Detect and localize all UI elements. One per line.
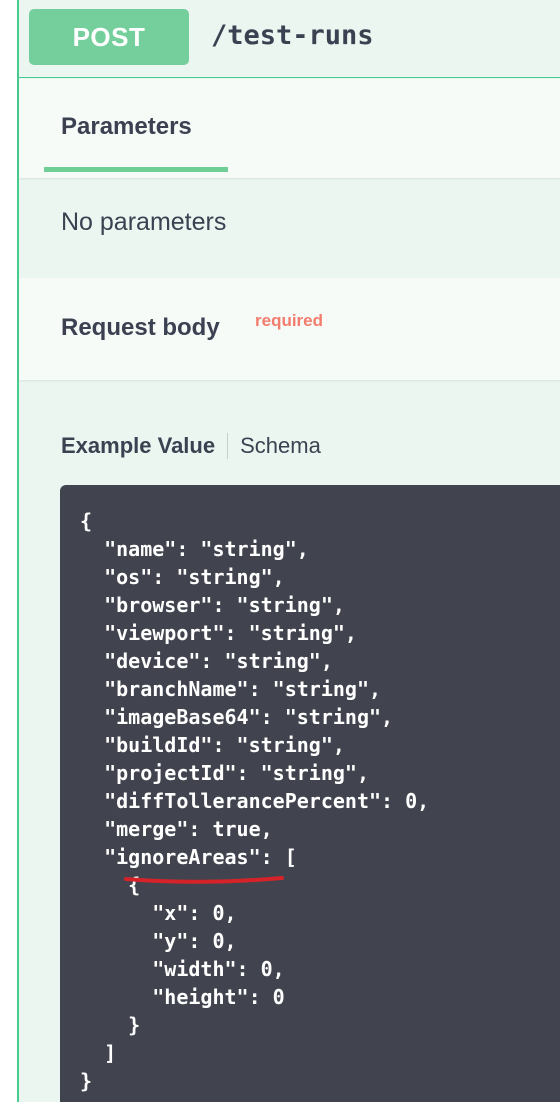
operation-summary[interactable]: POST /test-runs <box>19 0 560 78</box>
request-body-header: Request body required <box>19 278 560 380</box>
code-line: "device": "string", <box>80 649 333 673</box>
example-schema-tabs: Example Value Schema <box>61 433 321 459</box>
code-line: "viewport": "string", <box>80 621 357 645</box>
code-line: "imageBase64": "string", <box>80 705 394 729</box>
method-badge: POST <box>29 9 189 65</box>
code-line: ] <box>80 1041 117 1065</box>
example-json: { "name": "string", "os": "string", "bro… <box>80 507 429 1095</box>
code-line: "ignoreAreas": [ <box>80 845 297 869</box>
code-line: "branchName": "string", <box>80 677 382 701</box>
tab-schema[interactable]: Schema <box>240 433 321 459</box>
code-line: "name": "string", <box>80 537 309 561</box>
red-underline-annotation <box>124 876 284 884</box>
code-line: "diffTollerancePercent": 0, <box>80 789 430 813</box>
code-line: { <box>80 509 93 533</box>
operation-block: POST /test-runs Parameters No parameters… <box>17 0 560 1102</box>
parameters-header: Parameters <box>19 79 560 178</box>
code-line: "os": "string", <box>80 565 285 589</box>
code-line: } <box>80 1013 141 1037</box>
code-line: "merge": true, <box>80 817 273 841</box>
request-body-title: Request body <box>61 314 220 341</box>
code-line: "buildId": "string", <box>80 733 345 757</box>
active-tab-indicator <box>44 167 228 172</box>
tab-divider <box>227 433 229 459</box>
code-line: "browser": "string", <box>80 593 345 617</box>
code-line: "width": 0, <box>80 957 285 981</box>
code-line: "projectId": "string", <box>80 761 369 785</box>
code-line: "height": 0 <box>80 985 285 1009</box>
code-line: } <box>80 1069 93 1093</box>
code-line: "x": 0, <box>80 901 237 925</box>
tab-parameters[interactable]: Parameters <box>61 113 192 141</box>
endpoint-path: /test-runs <box>211 20 374 51</box>
no-parameters-text: No parameters <box>61 208 227 236</box>
example-code-block[interactable]: { "name": "string", "os": "string", "bro… <box>60 485 560 1102</box>
code-line: "y": 0, <box>80 929 237 953</box>
required-badge: required <box>255 311 324 330</box>
tab-example-value[interactable]: Example Value <box>61 433 215 459</box>
